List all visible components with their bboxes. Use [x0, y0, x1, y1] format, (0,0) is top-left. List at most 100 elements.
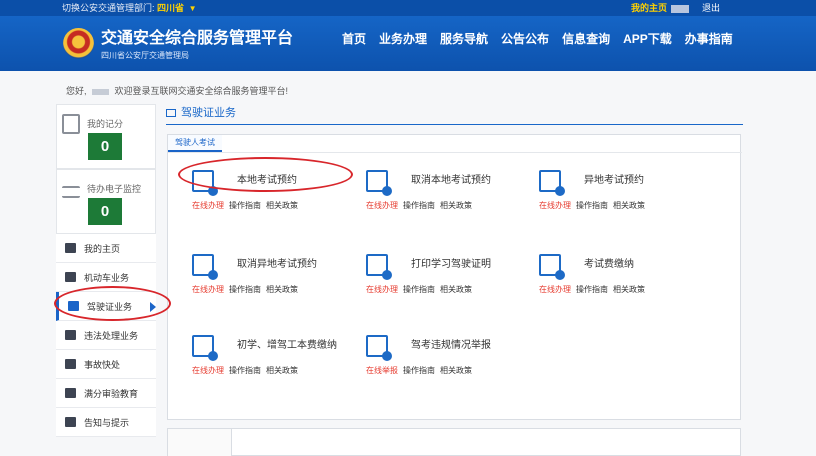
related-policy-link[interactable]: 相关政策 [613, 201, 645, 210]
operation-guide-link[interactable]: 操作指南 [403, 366, 435, 375]
related-policy-link[interactable]: 相关政策 [440, 201, 472, 210]
online-handle-link[interactable]: 在线办理 [366, 201, 398, 210]
nav-app-download[interactable]: APP下载 [622, 30, 673, 48]
nav-service-guide[interactable]: 服务导航 [439, 30, 489, 48]
sidebar-item-my-home[interactable]: 我的主页 [56, 234, 156, 263]
section-title: 驾驶证业务 [166, 104, 236, 120]
service-exam-fee-payment[interactable]: 考试费缴纳 在线办理 操作指南 相关政策 [527, 253, 693, 303]
nav-info-query[interactable]: 信息查询 [561, 30, 611, 48]
car-icon [65, 272, 76, 282]
region-name[interactable]: 四川省 [157, 3, 184, 13]
tab-divider [168, 152, 742, 153]
operation-guide-link[interactable]: 操作指南 [229, 285, 261, 294]
service-cancel-local-exam[interactable]: 取消本地考试预约 在线办理 操作指南 相关政策 [354, 169, 520, 219]
related-policy-link[interactable]: 相关政策 [440, 285, 472, 294]
sidebar-menu: 我的主页 机动车业务 驾驶证业务 违法处理业务 事故快处 满分审验教育 告知与提… [56, 234, 156, 437]
sidebar-item-label: 我的主页 [84, 243, 121, 254]
nav-business[interactable]: 业务办理 [378, 30, 428, 48]
online-handle-link[interactable]: 在线办理 [366, 285, 398, 294]
section-title-text: 驾驶证业务 [181, 107, 236, 119]
service-title: 考试费缴纳 [584, 259, 634, 270]
service-exam-violation-report[interactable]: 驾考违规情况举报 在线举报 操作指南 相关政策 [354, 334, 520, 384]
masked-username [671, 4, 690, 13]
accident-icon [65, 359, 76, 369]
education-icon [65, 388, 76, 398]
monitor-card[interactable]: 待办电子监控 0 [56, 169, 156, 234]
nav-announcements[interactable]: 公告公布 [500, 30, 550, 48]
operation-guide-link[interactable]: 操作指南 [576, 285, 608, 294]
score-label: 我的记分 [87, 119, 124, 129]
related-policy-link[interactable]: 相关政策 [266, 285, 298, 294]
nav-home[interactable]: 首页 [341, 30, 367, 48]
sidebar-item-education[interactable]: 满分审验教育 [56, 379, 156, 408]
service-links: 在线举报 操作指南 相关政策 [366, 365, 477, 376]
print-certificate-icon [366, 254, 392, 280]
online-handle-link[interactable]: 在线办理 [192, 201, 224, 210]
service-title: 驾考违规情况举报 [411, 340, 491, 351]
service-links: 在线办理 操作指南 相关政策 [366, 200, 477, 211]
service-links: 在线办理 操作指南 相关政策 [366, 284, 477, 295]
user-links: 我的主页 退出 [631, 2, 720, 14]
related-policy-link[interactable]: 相关政策 [613, 285, 645, 294]
score-value: 0 [88, 133, 122, 160]
highlight-local-exam-circle [178, 157, 353, 192]
welcome-prefix: 您好, [66, 86, 87, 96]
operation-guide-link[interactable]: 操作指南 [576, 201, 608, 210]
location-document-icon [539, 170, 565, 196]
operation-guide-link[interactable]: 操作指南 [229, 201, 261, 210]
service-learner-license-fee[interactable]: 初学、增驾工本费缴纳 在线办理 操作指南 相关政策 [180, 334, 346, 384]
tab-driver-exam[interactable]: 驾驶人考试 [168, 135, 222, 152]
online-handle-link[interactable]: 在线办理 [192, 285, 224, 294]
score-card[interactable]: 我的记分 0 [56, 104, 156, 169]
highlight-license-business-circle [54, 286, 171, 321]
service-title: 异地考试预约 [584, 175, 644, 186]
operation-guide-link[interactable]: 操作指南 [403, 201, 435, 210]
sidebar-item-label: 告知与提示 [84, 417, 130, 428]
camera-icon [65, 330, 76, 340]
operation-guide-link[interactable]: 操作指南 [229, 366, 261, 375]
main-navigation: 首页 业务办理 服务导航 公告公布 信息查询 APP下载 办事指南 [341, 30, 734, 48]
fee-card-icon [192, 335, 218, 361]
online-handle-link[interactable]: 在线办理 [539, 285, 571, 294]
service-links: 在线办理 操作指南 相关政策 [539, 284, 650, 295]
operation-guide-link[interactable]: 操作指南 [403, 285, 435, 294]
sidebar-item-label: 违法处理业务 [84, 330, 139, 341]
monitor-value: 0 [88, 198, 122, 225]
next-service-panel [167, 428, 741, 456]
main-header: 交通安全综合服务管理平台 四川省公安厅交通管理局 首页 业务办理 服务导航 公告… [0, 16, 816, 71]
online-handle-link[interactable]: 在线办理 [192, 366, 224, 375]
service-links: 在线办理 操作指南 相关政策 [192, 365, 303, 376]
home-icon [65, 243, 76, 253]
related-policy-link[interactable]: 相关政策 [440, 366, 472, 375]
service-title: 打印学习驾驶证明 [411, 259, 491, 270]
service-links: 在线办理 操作指南 相关政策 [539, 200, 650, 211]
monitor-camera-icon [62, 186, 80, 198]
logout-link[interactable]: 退出 [702, 3, 720, 13]
sidebar-item-label: 机动车业务 [84, 272, 130, 283]
my-home-link[interactable]: 我的主页 [631, 3, 667, 13]
license-section-icon [166, 109, 176, 117]
sidebar-item-notices[interactable]: 告知与提示 [56, 408, 156, 437]
service-print-learning-license[interactable]: 打印学习驾驶证明 在线办理 操作指南 相关政策 [354, 253, 520, 303]
top-utility-bar: 切换公安交通管理部门: 四川省 ▼ 我的主页 退出 [0, 0, 816, 16]
online-handle-link[interactable]: 在线办理 [539, 201, 571, 210]
region-switcher[interactable]: 切换公安交通管理部门: 四川省 ▼ [62, 2, 196, 15]
online-report-link[interactable]: 在线举报 [366, 366, 398, 375]
service-remote-exam-booking[interactable]: 异地考试预约 在线办理 操作指南 相关政策 [527, 169, 693, 219]
related-policy-link[interactable]: 相关政策 [266, 201, 298, 210]
nav-help-guide[interactable]: 办事指南 [684, 30, 734, 48]
sidebar-item-accident[interactable]: 事故快处 [56, 350, 156, 379]
calendar-cancel-icon [366, 170, 392, 196]
monitor-label: 待办电子监控 [87, 184, 142, 194]
chevron-down-icon[interactable]: ▼ [189, 4, 197, 13]
service-title: 初学、增驾工本费缴纳 [237, 340, 337, 351]
sidebar: 我的记分 0 待办电子监控 0 我的主页 机动车业务 驾驶证业务 违法处理业务 … [56, 104, 156, 437]
service-title: 取消异地考试预约 [237, 259, 317, 270]
bell-icon [65, 417, 76, 427]
sidebar-item-label: 事故快处 [84, 359, 121, 370]
masked-user-name [92, 88, 110, 95]
sidebar-item-violation-business[interactable]: 违法处理业务 [56, 321, 156, 350]
service-cancel-remote-exam[interactable]: 取消异地考试预约 在线办理 操作指南 相关政策 [180, 253, 346, 303]
report-document-icon [366, 335, 392, 361]
related-policy-link[interactable]: 相关政策 [266, 366, 298, 375]
